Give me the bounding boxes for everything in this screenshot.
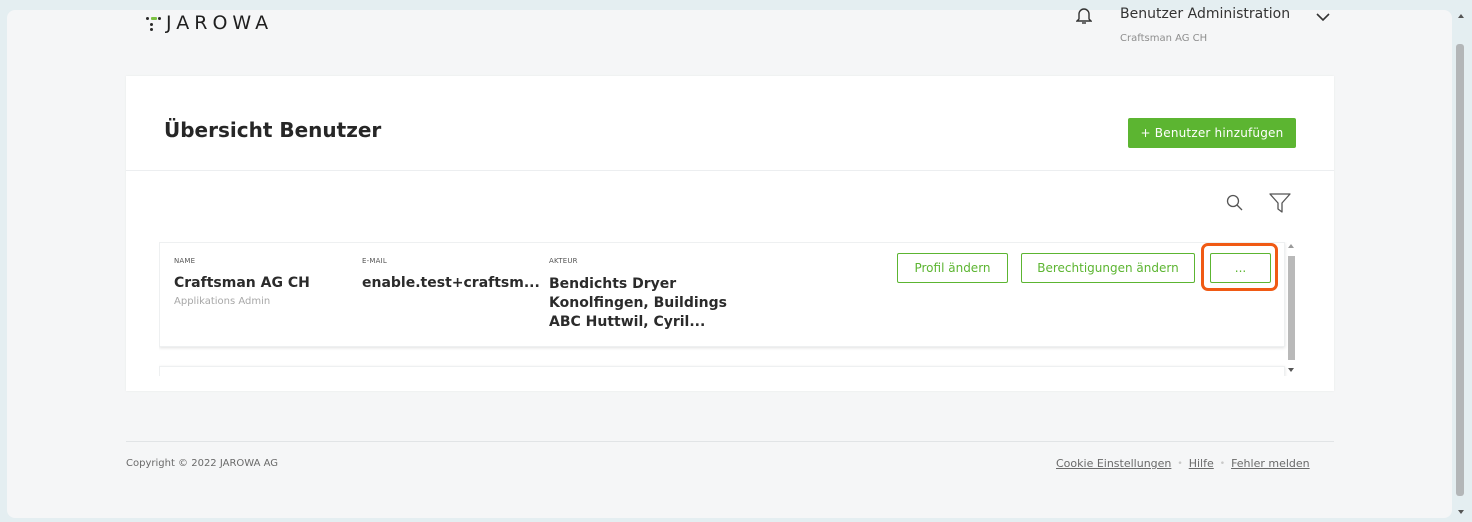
search-icon[interactable]: [1226, 194, 1244, 212]
add-user-button[interactable]: + Benutzer hinzufügen: [1128, 118, 1296, 148]
logo-mark-icon: [146, 15, 164, 31]
bell-icon[interactable]: [1076, 7, 1092, 25]
column-header-name: NAME: [174, 257, 196, 265]
footer-separator: •: [1219, 458, 1226, 469]
user-email-cell: enable.test+craftsm...: [362, 275, 540, 291]
card-divider: [126, 170, 1334, 171]
report-error-link[interactable]: Fehler melden: [1231, 457, 1310, 470]
user-list: NAME E-MAIL AKTEUR Craftsman AG CH Appli…: [159, 242, 1291, 376]
logo-text: JAROWA: [166, 12, 274, 34]
scroll-thumb[interactable]: [1288, 256, 1295, 360]
filter-icon[interactable]: [1268, 191, 1292, 215]
edit-permissions-button[interactable]: Berechtigungen ändern: [1021, 253, 1195, 283]
user-name-cell: Craftsman AG CH: [174, 275, 310, 291]
user-akteur-cell: Bendichts Dryer Konolfingen, Buildings A…: [549, 275, 727, 332]
footer-links: Cookie Einstellungen • Hilfe • Fehler me…: [1056, 457, 1310, 470]
akteur-line: Bendichts Dryer: [549, 276, 677, 292]
page-scrollbar[interactable]: [1452, 0, 1472, 522]
footer-separator: •: [1177, 458, 1183, 469]
user-role-cell: Applikations Admin: [174, 296, 271, 307]
footer-divider: [126, 441, 1334, 442]
scroll-down-icon[interactable]: [1458, 510, 1464, 514]
edit-profile-button[interactable]: Profil ändern: [897, 253, 1008, 283]
scroll-down-icon[interactable]: [1288, 368, 1294, 372]
scroll-thumb[interactable]: [1456, 44, 1464, 496]
column-header-akteur: AKTEUR: [549, 257, 578, 265]
help-link[interactable]: Hilfe: [1189, 457, 1214, 470]
scroll-up-icon[interactable]: [1288, 244, 1294, 248]
akteur-line: Konolfingen, Buildings: [549, 295, 728, 311]
akteur-line: ABC Huttwil, Cyril...: [549, 314, 706, 330]
copyright-text: Copyright © 2022 JAROWA AG: [126, 458, 279, 469]
column-header-email: E-MAIL: [362, 257, 387, 265]
cookie-settings-link[interactable]: Cookie Einstellungen: [1056, 457, 1171, 470]
page-title: Übersicht Benutzer: [164, 118, 382, 142]
list-scrollbar[interactable]: [1287, 244, 1296, 376]
scroll-up-icon[interactable]: [1458, 14, 1464, 18]
table-row: [159, 366, 1285, 376]
user-menu-company: Craftsman AG CH: [1120, 33, 1208, 44]
user-menu-name[interactable]: Benutzer Administration: [1120, 6, 1290, 22]
table-row: NAME E-MAIL AKTEUR Craftsman AG CH Appli…: [159, 242, 1285, 347]
jarowa-logo[interactable]: JAROWA: [146, 12, 273, 34]
more-actions-highlight: [1201, 243, 1278, 291]
chevron-down-icon[interactable]: [1316, 12, 1330, 22]
users-overview-card: Übersicht Benutzer + Benutzer hinzufügen…: [126, 76, 1334, 391]
